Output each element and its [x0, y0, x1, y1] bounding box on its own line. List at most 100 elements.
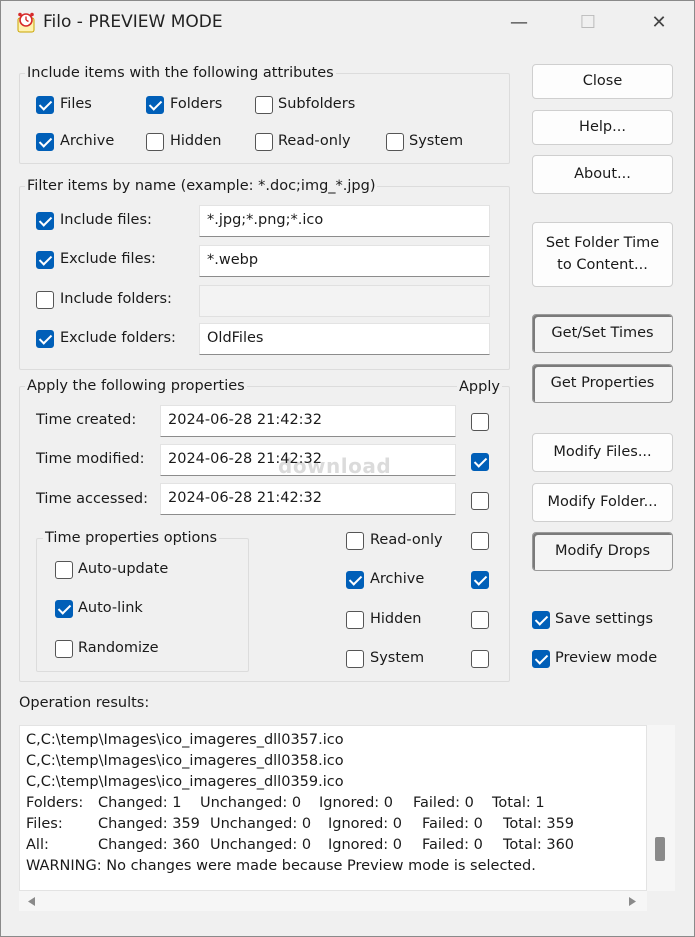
preview-mode-checkbox[interactable] [532, 650, 550, 668]
operation-results-box[interactable]: C,C:\temp\Images\ico_imageres_dll0357.ic… [19, 725, 647, 891]
hidden-prop-checkbox[interactable] [346, 611, 364, 629]
preview-mode-label: Preview mode [555, 650, 658, 666]
modify-drops-button[interactable]: Modify Drops [532, 532, 673, 571]
time-modified-label: Time modified: [36, 451, 145, 467]
subfolders-label: Subfolders [278, 96, 356, 112]
close-button[interactable]: Close [532, 64, 673, 99]
download3k-watermark: download [278, 454, 392, 478]
time-accessed-input[interactable]: 2024-06-28 21:42:32 [160, 483, 456, 515]
include-files-checkbox[interactable] [36, 212, 54, 230]
apply-archive-checkbox[interactable] [471, 571, 489, 589]
results-vertical-scrollbar[interactable] [647, 725, 675, 891]
set-folder-time-label-line1: Set Folder Time [545, 235, 660, 252]
files-checkbox[interactable] [36, 96, 54, 114]
summary-folders-ignored: Ignored: 0 [319, 795, 394, 811]
auto-update-label: Auto-update [78, 561, 169, 577]
auto-update-checkbox[interactable] [55, 561, 73, 579]
summary-all-unchanged: Unchanged: 0 [210, 837, 312, 853]
summary-files-ignored: Ignored: 0 [328, 816, 403, 832]
apply-time-modified-checkbox[interactable] [471, 453, 489, 471]
get-properties-button[interactable]: Get Properties [532, 364, 673, 403]
summary-files-unchanged: Unchanged: 0 [210, 816, 312, 832]
readonly-prop-label: Read-only [370, 532, 443, 548]
apply-hidden-checkbox[interactable] [471, 611, 489, 629]
summary-folders-total: Total: 1 [492, 795, 545, 811]
get-set-times-button[interactable]: Get/Set Times [532, 314, 673, 353]
folders-checkbox[interactable] [146, 96, 164, 114]
summary-files-total: Total: 359 [503, 816, 575, 832]
exclude-folders-label: Exclude folders: [60, 330, 176, 346]
system-prop-label: System [370, 650, 425, 666]
modify-folder-button[interactable]: Modify Folder... [532, 483, 673, 522]
system-attr-checkbox[interactable] [386, 133, 404, 151]
archive-attr-label: Archive [60, 133, 115, 149]
hidden-prop-label: Hidden [370, 611, 422, 627]
maximize-button[interactable]: ☐ [565, 1, 611, 45]
result-line: C,C:\temp\Images\ico_imageres_dll0357.ic… [26, 732, 344, 748]
randomize-checkbox[interactable] [55, 640, 73, 658]
set-folder-time-label-line2: to Content... [557, 256, 648, 273]
readonly-attr-checkbox[interactable] [255, 133, 273, 151]
set-folder-time-button[interactable]: Set Folder Time to Content... [532, 222, 673, 287]
summary-files-failed: Failed: 0 [422, 816, 483, 832]
summary-folders-failed: Failed: 0 [413, 795, 474, 811]
auto-link-checkbox[interactable] [55, 600, 73, 618]
attributes-legend: Include items with the following attribu… [25, 65, 336, 81]
apply-system-checkbox[interactable] [471, 650, 489, 668]
save-settings-label: Save settings [555, 611, 654, 627]
scroll-right-arrow-icon[interactable] [629, 897, 637, 906]
modify-files-button[interactable]: Modify Files... [532, 433, 673, 472]
exclude-folders-checkbox[interactable] [36, 330, 54, 348]
archive-prop-label: Archive [370, 571, 425, 587]
minimize-button[interactable]: — [496, 1, 542, 45]
summary-all-ignored: Ignored: 0 [328, 837, 403, 853]
apply-time-accessed-checkbox[interactable] [471, 492, 489, 510]
archive-prop-checkbox[interactable] [346, 571, 364, 589]
warning-line: WARNING: No changes were made because Pr… [26, 858, 536, 874]
title-bar: Filo - PREVIEW MODE — ☐ ✕ [1, 1, 694, 45]
save-settings-checkbox[interactable] [532, 611, 550, 629]
exclude-files-label: Exclude files: [60, 251, 156, 267]
result-line: C,C:\temp\Images\ico_imageres_dll0358.ic… [26, 753, 344, 769]
hidden-attr-label: Hidden [170, 133, 222, 149]
subfolders-checkbox[interactable] [255, 96, 273, 114]
close-window-button[interactable]: ✕ [636, 1, 682, 45]
summary-all-failed: Failed: 0 [422, 837, 483, 853]
include-folders-input[interactable] [199, 285, 490, 317]
summary-files-changed: Changed: 359 [98, 816, 200, 832]
randomize-label: Randomize [78, 640, 159, 656]
exclude-folders-input[interactable]: OldFiles [199, 323, 490, 355]
auto-link-label: Auto-link [78, 600, 143, 616]
folders-label: Folders [170, 96, 223, 112]
results-horizontal-scrollbar[interactable] [19, 891, 647, 911]
summary-all-changed: Changed: 360 [98, 837, 200, 853]
help-button[interactable]: Help... [532, 110, 673, 145]
filter-legend: Filter items by name (example: *.doc;img… [25, 178, 378, 194]
exclude-files-checkbox[interactable] [36, 251, 54, 269]
files-label: Files [60, 96, 92, 112]
apply-time-created-checkbox[interactable] [471, 413, 489, 431]
summary-files-kind: Files: [26, 816, 63, 832]
apply-readonly-checkbox[interactable] [471, 532, 489, 550]
summary-all-kind: All: [26, 837, 49, 853]
summary-folders-kind: Folders: [26, 795, 84, 811]
time-options-legend: Time properties options [43, 530, 220, 546]
time-accessed-label: Time accessed: [36, 491, 148, 507]
include-files-input[interactable]: *.jpg;*.png;*.ico [199, 205, 490, 237]
include-folders-checkbox[interactable] [36, 291, 54, 309]
scrollbar-thumb[interactable] [655, 837, 665, 861]
alarm-clock-icon [17, 12, 35, 33]
summary-all-total: Total: 360 [503, 837, 575, 853]
hidden-attr-checkbox[interactable] [146, 133, 164, 151]
readonly-attr-label: Read-only [278, 133, 351, 149]
exclude-files-input[interactable]: *.webp [199, 245, 490, 277]
summary-folders-changed: Changed: 1 [98, 795, 182, 811]
about-button[interactable]: About... [532, 155, 673, 194]
scroll-left-arrow-icon[interactable] [28, 897, 36, 906]
time-created-input[interactable]: 2024-06-28 21:42:32 [160, 405, 456, 437]
archive-attr-checkbox[interactable] [36, 133, 54, 151]
operation-results-label: Operation results: [19, 695, 150, 711]
system-prop-checkbox[interactable] [346, 650, 364, 668]
summary-folders-unchanged: Unchanged: 0 [200, 795, 302, 811]
readonly-prop-checkbox[interactable] [346, 532, 364, 550]
